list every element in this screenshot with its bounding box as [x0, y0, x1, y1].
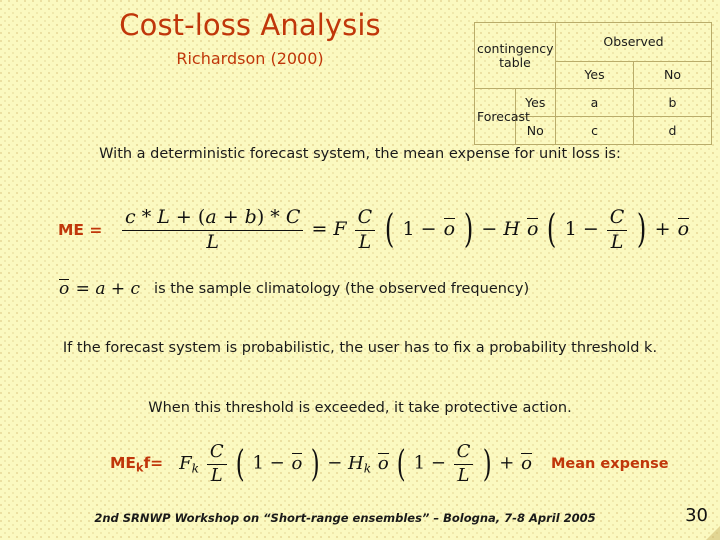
- page-subtitle: Richardson (2000): [176, 49, 324, 68]
- paren-close-1: ): [463, 206, 474, 252]
- mekf-label-tail: f=: [143, 453, 164, 472]
- observed-yes-header: Yes: [555, 61, 634, 89]
- probabilistic-paragraph: If the forecast system is probabilistic,…: [62, 340, 658, 356]
- cl-fraction-1: C L: [354, 206, 376, 253]
- page-title: Cost-loss Analysis: [119, 8, 381, 42]
- corner-label-line2: table: [499, 54, 531, 70]
- symbol-Fk: Fk: [179, 453, 200, 476]
- mekf-equation: Fk C L ( 1 − o ) − Hk o ( 1 − C L ) + o: [179, 442, 533, 485]
- cl-fraction-2: C L: [606, 206, 628, 253]
- me-main-fraction: c * L + (a + b) * C L: [122, 207, 304, 253]
- table-row: contingency table Observed: [474, 22, 712, 89]
- page-number: 30: [685, 505, 708, 526]
- o-bar-3: o: [677, 218, 690, 240]
- threshold-action-text: When this threshold is exceeded, it take…: [148, 400, 572, 416]
- cell-c: c: [555, 116, 634, 145]
- mean-expense-label: Mean expense: [550, 456, 669, 472]
- paren-open-3: (: [236, 441, 246, 485]
- mekf-equation-row: MEkf= Fk C L ( 1 − o ) − Hk o ( 1 − C L …: [110, 436, 710, 492]
- observed-header: Observed: [555, 22, 712, 62]
- paren-close-3: ): [310, 441, 320, 485]
- plus-sign-1: +: [654, 218, 671, 240]
- numeral-one-3: 1: [252, 453, 264, 474]
- minus-sign-1: −: [420, 218, 437, 240]
- cl-fraction-4: C L: [453, 442, 474, 485]
- numeral-one-4: 1: [413, 453, 426, 474]
- observed-no-header: No: [633, 61, 712, 89]
- cell-b: b: [633, 88, 712, 117]
- cell-a: a: [555, 88, 634, 117]
- o-bar-4: o: [291, 453, 303, 474]
- mekf-label-base: ME: [110, 453, 137, 472]
- climatology-equation: o = a + c: [58, 279, 154, 299]
- slide-canvas: Cost-loss Analysis Richardson (2000) con…: [0, 0, 720, 540]
- title-block: Cost-loss Analysis Richardson (2000): [40, 8, 460, 70]
- paren-close-2: ): [637, 206, 647, 252]
- plus-sign-2: +: [499, 453, 515, 474]
- symbol-a: a: [95, 279, 106, 299]
- cell-d: d: [633, 116, 712, 145]
- me-equation: c * L + (a + b) * C L = F C L ( 1 − o ) …: [120, 206, 690, 253]
- me-equation-row: ME = c * L + (a + b) * C L = F C L ( 1 −…: [34, 198, 694, 262]
- paren-close-4: ): [482, 441, 492, 485]
- table-corner-label: contingency table: [474, 22, 556, 89]
- symbol-Hk: Hk: [348, 453, 372, 476]
- equals-sign: =: [311, 218, 328, 240]
- minus-sign-4: −: [269, 453, 285, 474]
- forecast-label: Forecast: [474, 88, 530, 145]
- numeral-one-2: 1: [564, 218, 577, 240]
- minus-sign-2: −: [481, 218, 498, 240]
- table-row: Forecast Yes a b: [474, 88, 712, 145]
- paren-open-4: (: [397, 441, 407, 485]
- footer-citation: 2nd SRNWP Workshop on “Short-range ensem…: [94, 511, 596, 525]
- climatology-row: o = a + c is the sample climatology (the…: [58, 274, 698, 304]
- symbol-F: F: [333, 218, 347, 240]
- mekf-label: MEkf=: [110, 454, 179, 474]
- me-fraction-denominator: L: [206, 230, 219, 253]
- o-bar-2: o: [526, 218, 539, 240]
- equals-sign-clim: =: [75, 279, 90, 299]
- paren-open-1: (: [385, 206, 395, 252]
- o-bar-1: o: [443, 218, 456, 240]
- deterministic-intro-text: With a deterministic forecast system, th…: [99, 146, 621, 162]
- plus-sign-clim: +: [110, 279, 126, 299]
- me-label: ME =: [58, 221, 103, 239]
- paren-open-2: (: [547, 206, 557, 252]
- me-fraction-numerator: c * L + (a + b) * C: [122, 207, 304, 231]
- corner-decoration-triangle: [706, 526, 720, 540]
- contingency-table: contingency table Observed Yes No Foreca…: [474, 22, 712, 145]
- climatology-description: is the sample climatology (the observed …: [154, 281, 530, 297]
- o-bar-5: o: [377, 453, 389, 474]
- o-bar-6: o: [521, 453, 532, 474]
- cl-fraction-3: C L: [206, 442, 227, 485]
- o-bar-clim: o: [59, 279, 70, 299]
- symbol-c: c: [130, 279, 141, 299]
- minus-sign-6: −: [430, 453, 446, 474]
- minus-sign-3: −: [582, 218, 599, 240]
- symbol-H: H: [503, 218, 520, 240]
- corner-label-line1: contingency: [477, 40, 554, 56]
- numeral-one-1: 1: [402, 218, 415, 240]
- minus-sign-5: −: [327, 453, 343, 474]
